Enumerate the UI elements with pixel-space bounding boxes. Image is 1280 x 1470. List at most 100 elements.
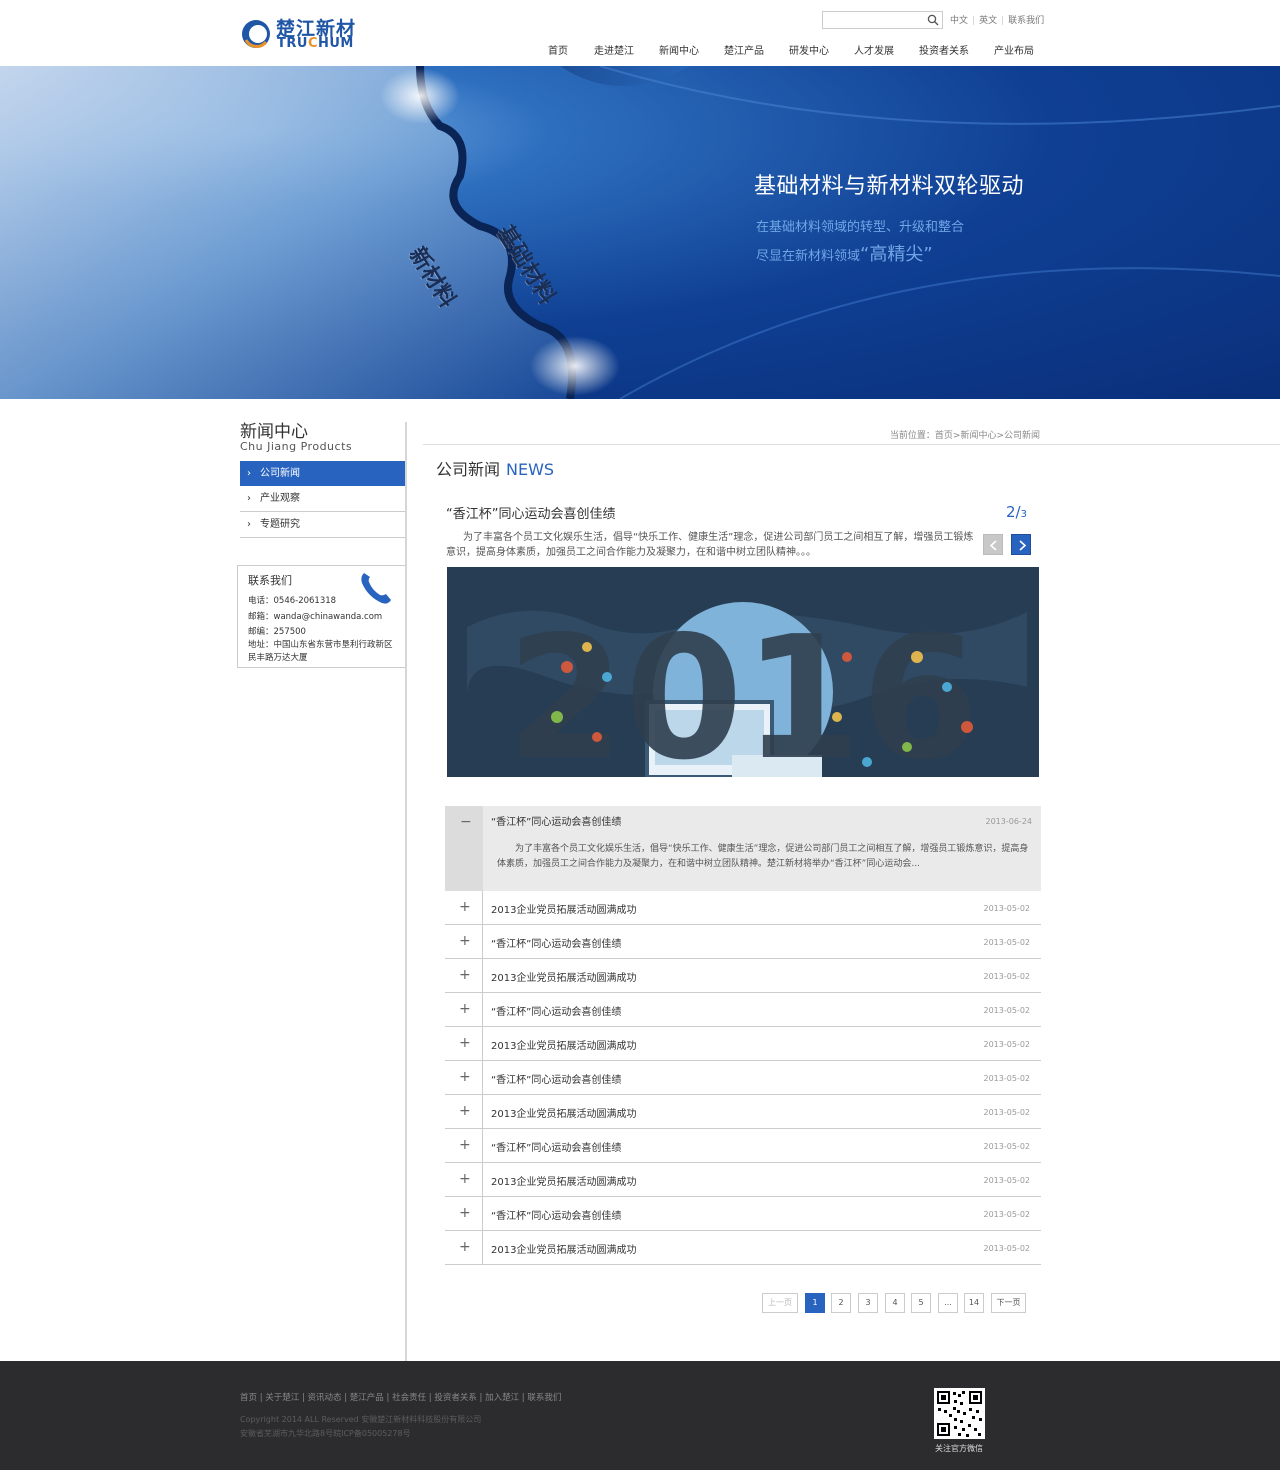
hero-banner: 基础材料 新材料 基础材料与新材料双轮驱动 在基础材料领域的转型、升级和整合 尽… [0, 66, 1280, 399]
contact-email[interactable]: 邮箱：wanda@chinawanda.com [248, 610, 382, 622]
lang-en-link[interactable]: 英文 [979, 13, 997, 26]
lang-cn-link[interactable]: 中文 [950, 13, 968, 26]
pager-page-4[interactable]: 4 [885, 1293, 905, 1313]
chevron-right-icon: › [247, 468, 251, 479]
news-item-expanded[interactable]: − “香江杯”同心运动会喜创佳绩 2013-06-24 为了丰富各个员工文化娱乐… [445, 806, 1041, 891]
news-date: 2013-05-02 [983, 904, 1031, 913]
carousel-next-button[interactable] [1011, 534, 1031, 555]
news-date: 2013-06-24 [985, 817, 1033, 826]
expand-icon[interactable]: + [459, 899, 471, 915]
sidebar-divider [405, 422, 407, 1362]
pager-page-3[interactable]: 3 [858, 1293, 878, 1313]
pager-page-2[interactable]: 2 [831, 1293, 851, 1313]
chevron-right-icon: › [247, 493, 251, 504]
nav-home[interactable]: 首页 [548, 42, 568, 57]
news-item[interactable]: +2013企业党员拓展活动圆满成功 2013-05-02 [445, 959, 1041, 993]
row-divider [482, 1197, 483, 1230]
news-title[interactable]: 2013企业党员拓展活动圆满成功 [491, 901, 636, 916]
pager-page-1[interactable]: 1 [805, 1293, 825, 1313]
news-date: 2013-05-02 [983, 938, 1031, 947]
chevron-left-icon [989, 540, 997, 551]
pager-page-last[interactable]: 14 [964, 1293, 984, 1313]
carousel-prev-button[interactable] [983, 534, 1003, 555]
nav-news[interactable]: 新闻中心 [659, 42, 699, 57]
expand-icon[interactable]: + [459, 1069, 471, 1085]
section-title: 公司新闻 NEWS [436, 460, 555, 479]
expand-icon[interactable]: + [459, 1103, 471, 1119]
expand-icon[interactable]: + [459, 1001, 471, 1017]
nav-investors[interactable]: 投资者关系 [919, 42, 969, 57]
banner-subtitle-1: 在基础材料领域的转型、升级和整合 [756, 220, 965, 235]
news-title[interactable]: “香江杯”同心运动会喜创佳绩 [491, 1071, 621, 1086]
news-title[interactable]: 2013企业党员拓展活动圆满成功 [491, 1241, 636, 1256]
sidebar-item-company-news[interactable]: › 公司新闻 [240, 461, 405, 486]
sidebar-item-industry[interactable]: › 产业观察 [240, 486, 405, 512]
featured-image-graphic: 2016 [447, 567, 1039, 777]
news-item[interactable]: + “香江杯”同心运动会喜创佳绩 2013-05-02 [445, 1061, 1041, 1095]
expand-icon[interactable]: + [459, 1205, 471, 1221]
news-date: 2013-05-02 [983, 1108, 1031, 1117]
row-divider [482, 1129, 483, 1162]
footer-copyright: Copyright 2014 ALL Reserved 安徽楚江新材料科技股份有… [240, 1415, 482, 1424]
contact-address-1: 地址：中国山东省东营市垦利行政新区 [248, 640, 393, 650]
sidebar-title: 新闻中心 [240, 422, 308, 442]
news-title[interactable]: 2013企业党员拓展活动圆满成功 [491, 1173, 636, 1188]
sidebar-item-research[interactable]: › 专题研究 [240, 512, 405, 538]
news-item[interactable]: + “香江杯”同心运动会喜创佳绩 2013-05-02 [445, 1197, 1041, 1231]
news-date: 2013-05-02 [983, 1074, 1031, 1083]
sidebar-item-label: 公司新闻 [260, 468, 300, 479]
site-footer: 首页 | 关于楚江 | 资讯动态 | 楚江产品 | 社会责任 | 投资者关系 |… [0, 1361, 1280, 1470]
expand-icon[interactable]: + [459, 967, 471, 983]
pager-ellipsis: ... [938, 1293, 958, 1313]
banner-title: 基础材料与新材料双轮驱动 [754, 174, 1025, 199]
news-title[interactable]: “香江杯”同心运动会喜创佳绩 [491, 1139, 621, 1154]
footer-nav[interactable]: 首页 | 关于楚江 | 资讯动态 | 楚江产品 | 社会责任 | 投资者关系 |… [240, 1391, 561, 1403]
news-title[interactable]: “香江杯”同心运动会喜创佳绩 [491, 935, 621, 950]
news-item[interactable]: + “香江杯”同心运动会喜创佳绩 2013-05-02 [445, 925, 1041, 959]
news-item[interactable]: +2013企业党员拓展活动圆满成功 2013-05-02 [445, 1231, 1041, 1265]
search-input[interactable] [823, 16, 923, 33]
expand-icon[interactable]: + [459, 1239, 471, 1255]
pager-page-5[interactable]: 5 [911, 1293, 931, 1313]
contact-box: 联系我们 电话：0546-2061318 邮箱：wanda@chinawanda… [237, 565, 405, 668]
search-icon[interactable] [927, 14, 939, 26]
expand-icon[interactable]: + [459, 933, 471, 949]
collapse-icon[interactable]: − [460, 814, 472, 830]
news-date: 2013-05-02 [983, 1040, 1031, 1049]
news-item[interactable]: +2013企业党员拓展活动圆满成功 2013-05-02 [445, 1163, 1041, 1197]
breadcrumb[interactable]: 当前位置：首页>新闻中心>公司新闻 [890, 428, 1040, 441]
nav-industry[interactable]: 产业布局 [994, 42, 1034, 57]
featured-title[interactable]: “香江杯”同心运动会喜创佳绩 [446, 503, 615, 522]
news-title[interactable]: “香江杯”同心运动会喜创佳绩 [491, 1003, 621, 1018]
news-item[interactable]: +2013企业党员拓展活动圆满成功 2013-05-02 [445, 1095, 1041, 1129]
news-title[interactable]: “香江杯”同心运动会喜创佳绩 [491, 1207, 621, 1222]
row-divider [482, 1163, 483, 1196]
qr-label: 关注官方微信 [935, 1444, 983, 1453]
news-item[interactable]: + “香江杯”同心运动会喜创佳绩 2013-05-02 [445, 993, 1041, 1027]
news-title[interactable]: 2013企业党员拓展活动圆满成功 [491, 969, 636, 984]
nav-about[interactable]: 走进楚江 [594, 42, 634, 57]
nav-talent[interactable]: 人才发展 [854, 42, 894, 57]
news-title[interactable]: “香江杯”同心运动会喜创佳绩 [491, 813, 621, 828]
expand-icon[interactable]: + [459, 1137, 471, 1153]
nav-products[interactable]: 楚江产品 [724, 42, 764, 57]
news-title[interactable]: 2013企业党员拓展活动圆满成功 [491, 1105, 636, 1120]
news-title[interactable]: 2013企业党员拓展活动圆满成功 [491, 1037, 636, 1052]
sidebar-subtitle: Chu Jiang Products [240, 440, 353, 453]
news-item[interactable]: +2013企业党员拓展活动圆满成功 2013-05-02 [445, 1027, 1041, 1061]
pager-next-button[interactable]: 下一页 [991, 1293, 1026, 1313]
contact-postcode: 邮编：257500 [248, 627, 306, 637]
news-item[interactable]: + “香江杯”同心运动会喜创佳绩 2013-05-02 [445, 1129, 1041, 1163]
expand-icon[interactable]: + [459, 1035, 471, 1051]
expand-icon[interactable]: + [459, 1171, 471, 1187]
contact-link[interactable]: 联系我们 [1008, 13, 1044, 26]
featured-image[interactable]: 2016 [447, 567, 1039, 777]
search-box [822, 11, 943, 33]
carousel-counter: 2/3 [1006, 503, 1027, 521]
news-item[interactable]: +2013企业党员拓展活动圆满成功 2013-05-02 [445, 891, 1041, 925]
news-list: − “香江杯”同心运动会喜创佳绩 2013-06-24 为了丰富各个员工文化娱乐… [445, 806, 1041, 1265]
row-divider [482, 1231, 483, 1264]
sidebar-menu: › 公司新闻 › 产业观察 › 专题研究 [240, 461, 405, 538]
pager-prev-button[interactable]: 上一页 [762, 1293, 798, 1313]
nav-rnd[interactable]: 研发中心 [789, 42, 829, 57]
